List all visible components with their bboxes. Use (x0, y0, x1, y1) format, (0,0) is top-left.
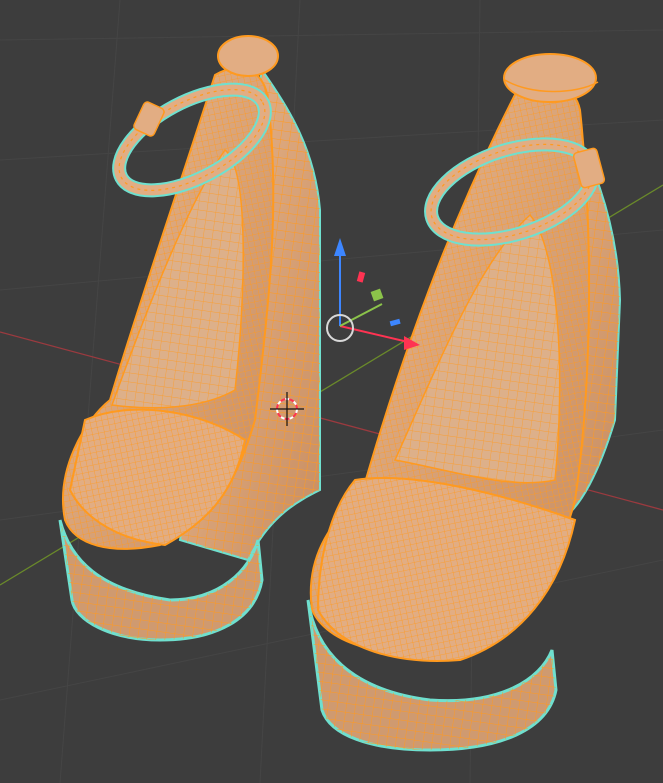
wedge-sandal-left[interactable] (58, 35, 321, 642)
wedge-sandal-right[interactable] (306, 53, 622, 752)
3d-viewport[interactable] (0, 0, 663, 783)
transform-gizmo-icon[interactable] (326, 238, 420, 350)
